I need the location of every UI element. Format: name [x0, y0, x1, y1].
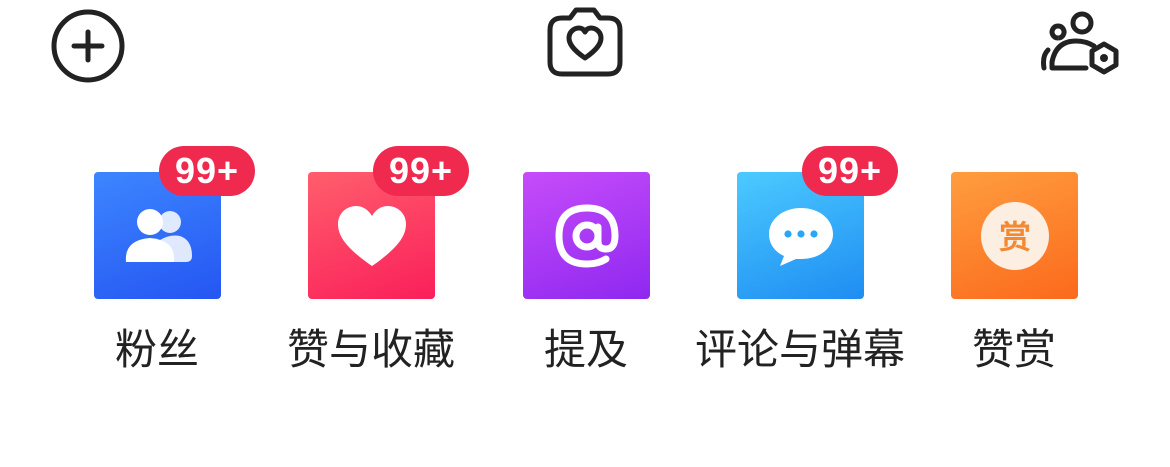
- reward-icon: 赏: [980, 201, 1049, 270]
- shortcut-comments-danmaku[interactable]: 99+: [737, 146, 898, 299]
- shortcut-rewards[interactable]: 赏: [951, 172, 1078, 299]
- rewards-tile[interactable]: 赏: [951, 172, 1078, 299]
- plus-circle-icon[interactable]: [50, 8, 126, 84]
- notifications-page: 99+ 99+ 99+ 赏 粉丝 赞与收藏 提及 评论与弹幕 赞赏: [0, 0, 1170, 467]
- shortcut-mentions[interactable]: [523, 172, 650, 299]
- shortcut-likes-favorites[interactable]: 99+: [308, 146, 469, 299]
- camera-heart-icon[interactable]: [546, 6, 624, 78]
- comments-danmaku-badge: 99+: [802, 146, 898, 196]
- likes-favorites-badge: 99+: [373, 146, 469, 196]
- chat-bubble-icon: [768, 207, 833, 266]
- mentions-tile[interactable]: [523, 172, 650, 299]
- shortcut-fans[interactable]: 99+: [94, 146, 255, 299]
- heart-icon: [337, 205, 406, 266]
- fans-badge: 99+: [159, 146, 255, 196]
- users-icon: [125, 208, 192, 262]
- shortcut-label-rewards: 赞赏: [971, 325, 1056, 374]
- reward-icon-glyph: 赏: [998, 218, 1030, 256]
- user-settings-icon[interactable]: [1040, 10, 1122, 76]
- at-icon: [554, 203, 619, 268]
